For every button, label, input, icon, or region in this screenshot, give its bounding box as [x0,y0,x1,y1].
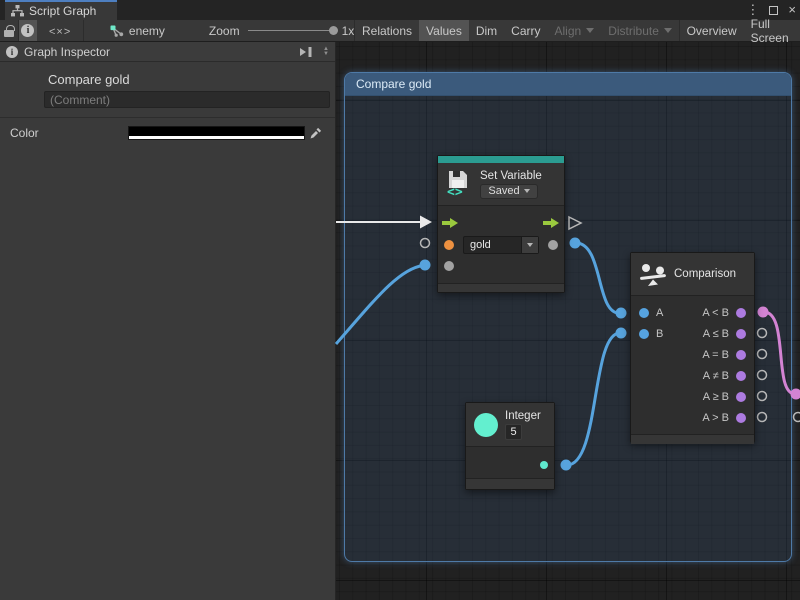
alpha-bar [129,136,304,139]
port-label: A ≥ B [703,391,729,403]
node-title: Set Variable [480,170,542,182]
code-icon [49,24,71,38]
variable-name-port[interactable] [444,240,454,250]
output-value-port[interactable] [548,240,558,250]
color-swatch[interactable] [128,126,305,140]
input-port-a[interactable]: A [639,307,663,319]
eyedropper-button[interactable] [308,126,323,140]
graph-asset-icon [110,25,124,37]
zoom-value: 1x [342,24,355,38]
graph-toolbar: enemy Zoom 1x Relations Values Dim Carry… [0,20,800,42]
variable-kind-strip [438,156,564,163]
integer-value-field[interactable]: 5 [505,424,522,440]
group-title-field[interactable]: Compare gold [48,72,335,87]
dropdown-arrow-icon [664,28,672,33]
script-graph-icon [11,5,24,17]
integer-output-port[interactable] [540,461,548,469]
dropdown-arrow-button[interactable] [521,237,538,253]
node-set-variable[interactable]: <> Set Variable Saved gold [437,155,565,293]
breadcrumb-graph[interactable]: enemy [102,20,173,41]
port-label: A < B [702,307,729,319]
variable-scope-dropdown[interactable]: Saved [480,184,538,199]
distribute-label: Distribute [608,24,659,38]
toolbar-button-values[interactable]: Values [419,20,469,41]
port-label: A > B [702,412,729,424]
tab-label: Script Graph [29,4,96,18]
output-port-less-equal[interactable]: A ≤ B [703,328,746,340]
collapse-panel-icon[interactable] [299,47,313,57]
variable-select[interactable]: gold [463,236,539,254]
output-port-less[interactable]: A < B [702,307,746,319]
toolbar-button-align[interactable]: Align [548,20,602,41]
node-footer [466,478,554,489]
breadcrumb-label: enemy [129,24,165,38]
lock-button[interactable] [0,20,18,41]
toolbar-button-dim[interactable]: Dim [469,20,504,41]
info-icon [6,46,18,58]
input-port-b[interactable]: B [639,328,663,340]
zoom-slider-handle[interactable] [329,26,338,35]
divider [0,117,335,118]
lock-icon [4,30,14,37]
svg-text:<>: <> [447,185,463,198]
comparison-icon [639,262,667,287]
graph-canvas[interactable]: Compare gold <> Set Variable Saved [336,42,800,600]
toolbar-button-distribute[interactable]: Distribute [601,20,679,41]
dropdown-arrow-icon [586,28,594,33]
tab-script-graph[interactable]: Script Graph [5,0,117,20]
node-title: Integer [505,410,541,422]
graph-inspector-panel: Graph Inspector ▲▼ Compare gold Color [0,42,336,600]
control-output-port[interactable] [543,218,559,228]
node-integer[interactable]: Integer 5 [465,402,555,490]
value-input-port[interactable] [444,261,454,271]
group-header[interactable]: Compare gold [345,73,791,96]
zoom-control: Zoom 1x [209,20,354,41]
scope-label: Saved [488,185,519,197]
zoom-slider[interactable] [248,30,334,31]
dropdown-arrow-icon [527,243,533,247]
port-label: A ≤ B [703,328,729,340]
comment-input[interactable] [44,91,330,108]
edit-script-button[interactable] [37,20,83,41]
output-port-greater[interactable]: A > B [702,412,746,424]
align-label: Align [555,24,582,38]
eyedropper-icon [309,127,322,140]
output-port-greater-equal[interactable]: A ≥ B [703,391,746,403]
port-label: A = B [702,349,729,361]
graph-inspector-title: Graph Inspector [24,45,110,59]
port-label: B [656,328,663,340]
node-footer [631,434,754,444]
color-label: Color [10,126,39,140]
node-footer [438,283,564,292]
inspector-toggle-button[interactable] [19,20,37,41]
color-row: Color [0,125,335,141]
port-label: A ≠ B [703,370,729,382]
zoom-label: Zoom [209,24,240,38]
title-bar: Script Graph ⋮ × [0,0,800,20]
info-icon [21,24,34,37]
variable-select-value: gold [464,237,521,253]
integer-type-icon [474,413,498,437]
toolbar-button-fullscreen[interactable]: Full Screen [744,20,800,41]
control-input-port[interactable] [442,218,458,228]
toolbar-button-relations[interactable]: Relations [355,20,419,41]
scroll-spinner[interactable]: ▲▼ [323,47,329,57]
node-comparison[interactable]: Comparison A A < B B A ≤ B A = B A ≠ B A… [630,252,755,443]
graph-inspector-header: Graph Inspector ▲▼ [0,42,335,62]
toolbar-separator [83,20,84,41]
output-port-equal[interactable]: A = B [702,349,746,361]
node-title: Comparison [674,268,736,280]
window-maximize-icon[interactable] [769,6,778,15]
toolbar-button-carry[interactable]: Carry [504,20,547,41]
set-variable-icon: <> [446,170,473,198]
toolbar-button-overview[interactable]: Overview [680,20,744,41]
output-port-not-equal[interactable]: A ≠ B [703,370,746,382]
port-label: A [656,307,663,319]
dropdown-arrow-icon [524,189,530,193]
